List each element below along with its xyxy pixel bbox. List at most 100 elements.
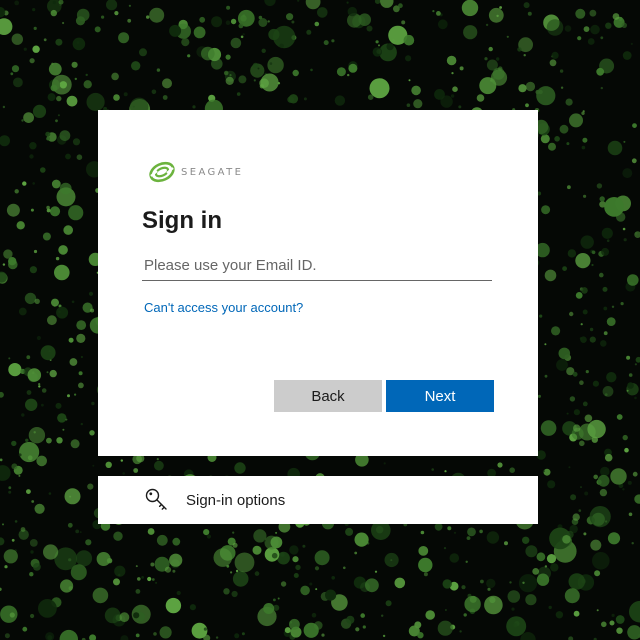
bokeh-dot — [582, 309, 588, 315]
bokeh-dot — [70, 564, 87, 581]
bokeh-dot — [52, 0, 56, 5]
bokeh-dot — [443, 547, 447, 550]
bokeh-dot — [580, 486, 582, 489]
bokeh-dot — [33, 26, 37, 30]
bokeh-dot — [603, 306, 608, 311]
bokeh-dot — [525, 594, 537, 606]
bokeh-dot — [525, 81, 536, 92]
bokeh-dot — [62, 428, 65, 431]
bokeh-dot — [181, 38, 190, 47]
bokeh-dot — [76, 8, 90, 22]
bokeh-dot — [551, 326, 561, 336]
email-field[interactable] — [142, 251, 492, 281]
bokeh-dot — [444, 470, 447, 473]
bokeh-dot — [69, 358, 78, 366]
next-button[interactable]: Next — [386, 380, 494, 412]
bokeh-dot — [257, 67, 260, 70]
bokeh-dot — [49, 369, 57, 378]
bokeh-dot — [567, 249, 577, 258]
bokeh-dot — [23, 47, 27, 51]
bokeh-dot — [511, 607, 515, 611]
bokeh-dot — [590, 539, 602, 551]
bokeh-dot — [280, 581, 287, 587]
bokeh-dot — [450, 94, 455, 98]
bokeh-dot — [273, 598, 276, 602]
bokeh-dot — [437, 19, 448, 30]
bokeh-dot — [16, 221, 25, 230]
bokeh-dot — [597, 474, 610, 487]
bokeh-dot — [2, 523, 4, 526]
bokeh-dot — [8, 363, 22, 377]
bokeh-dot — [459, 630, 462, 633]
bokeh-dot — [596, 67, 605, 76]
bokeh-dot — [68, 337, 74, 343]
bokeh-dot — [418, 557, 433, 573]
bokeh-dot — [14, 520, 18, 523]
bokeh-dot — [582, 401, 588, 407]
bokeh-dot — [434, 522, 443, 531]
bokeh-dot — [606, 239, 610, 242]
bokeh-dot — [172, 569, 176, 573]
bokeh-dot — [24, 292, 37, 305]
bokeh-dot — [169, 24, 182, 37]
bokeh-dot — [311, 612, 317, 618]
bokeh-dot — [345, 527, 354, 536]
sign-in-card: SEAGATE Sign in Can't access your accoun… — [98, 110, 538, 456]
bokeh-dot — [201, 46, 215, 61]
bokeh-dot — [463, 613, 467, 617]
bokeh-dot — [154, 460, 164, 471]
logo-text: SEAGATE — [181, 166, 244, 178]
bokeh-dot — [606, 372, 617, 383]
sign-in-options-button[interactable]: Sign-in options — [98, 476, 538, 524]
bokeh-dot — [223, 588, 230, 595]
bokeh-dot — [343, 566, 346, 570]
bokeh-dot — [289, 545, 299, 555]
bokeh-dot — [113, 94, 120, 101]
bokeh-dot — [46, 371, 49, 374]
bokeh-dot — [627, 625, 640, 640]
cant-access-account-link[interactable]: Can't access your account? — [144, 300, 303, 315]
bokeh-dot — [536, 573, 550, 586]
bokeh-dot — [382, 634, 386, 638]
bokeh-dot — [374, 570, 378, 573]
bokeh-dot — [30, 208, 34, 212]
bokeh-dot — [622, 227, 626, 231]
bokeh-dot — [38, 385, 41, 388]
bokeh-dot — [120, 635, 129, 640]
bokeh-dot — [165, 597, 182, 614]
bokeh-dot — [385, 600, 392, 607]
bokeh-dot — [0, 18, 13, 35]
bokeh-dot — [631, 158, 637, 164]
bokeh-dot — [55, 119, 58, 123]
bokeh-dot — [288, 94, 299, 104]
bokeh-dot — [76, 320, 87, 330]
bokeh-dot — [57, 114, 60, 117]
bokeh-dot — [67, 522, 73, 528]
bokeh-dot — [23, 112, 34, 123]
bokeh-dot — [74, 77, 78, 81]
bokeh-dot — [492, 67, 505, 80]
bokeh-dot — [591, 436, 598, 443]
bokeh-dot — [34, 298, 40, 304]
bokeh-dot — [616, 414, 623, 420]
bokeh-dot — [362, 625, 366, 629]
bokeh-dot — [135, 633, 140, 638]
bokeh-dot — [487, 587, 491, 591]
bokeh-dot — [522, 536, 530, 544]
bokeh-dot — [45, 632, 55, 640]
bokeh-dot — [51, 74, 72, 95]
bokeh-dot — [226, 5, 231, 10]
bokeh-dot — [231, 590, 238, 598]
bokeh-dot — [4, 565, 8, 569]
back-button[interactable]: Back — [274, 380, 382, 412]
bokeh-dot — [589, 336, 596, 343]
bokeh-dot — [28, 427, 46, 444]
bokeh-dot — [570, 494, 577, 501]
bokeh-dot — [360, 613, 366, 618]
bokeh-dot — [38, 383, 41, 386]
bokeh-dot — [484, 57, 488, 61]
bokeh-dot — [101, 15, 105, 19]
bokeh-dot — [55, 38, 63, 46]
bokeh-dot — [225, 76, 234, 85]
bokeh-dot — [27, 455, 33, 461]
